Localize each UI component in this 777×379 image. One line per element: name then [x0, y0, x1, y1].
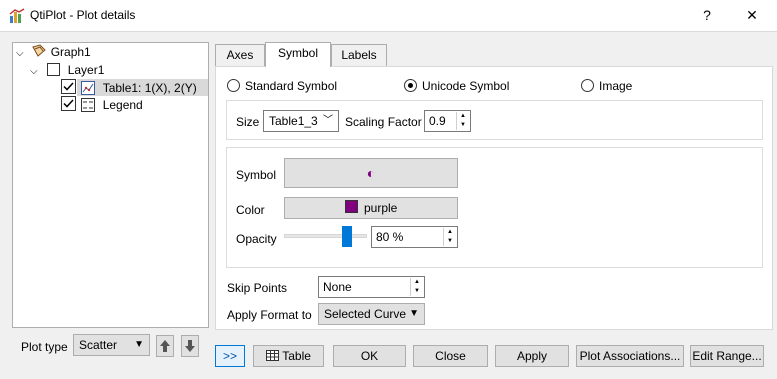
opacity-value: 80 % [376, 230, 404, 244]
skip-points-spinbox[interactable]: None ▲ ▼ [318, 276, 425, 298]
spin-arrows-icon[interactable]: ▲ ▼ [456, 112, 469, 130]
chevron-down-icon: ﹀ [323, 115, 333, 126]
skip-points-label: Skip Points [227, 281, 288, 295]
tree-label-curve: Table1: 1(X), 2(Y) [102, 81, 197, 95]
plot-associations-button[interactable]: Plot Associations... [576, 345, 684, 367]
opacity-spinbox[interactable]: 80 % ▲ ▼ [371, 226, 458, 248]
tree-item-curve[interactable]: Table1: 1(X), 2(Y) [61, 79, 197, 96]
close-button[interactable]: Close [413, 345, 488, 367]
color-swatch [344, 200, 358, 213]
title-bar: QtiPlot - Plot details ? ✕ [0, 0, 777, 31]
scaling-factor-value: 0.9 [429, 114, 446, 128]
table-button-label: Table [282, 349, 311, 363]
arrow-down-icon [185, 340, 195, 352]
opacity-slider-handle[interactable] [342, 226, 352, 247]
window-title: QtiPlot - Plot details [30, 8, 136, 22]
tree-item-layer[interactable]: ⌵ Layer1 [30, 62, 104, 79]
size-select[interactable]: Table1_3 ﹀ [263, 110, 339, 132]
curve-visible-checkbox[interactable] [61, 79, 76, 94]
edit-range-button[interactable]: Edit Range... [690, 345, 764, 367]
plot-tree[interactable]: ⌵ Graph1 ⌵ Layer1 Table1: 1(X), 2(Y) Leg… [12, 42, 209, 328]
apply-format-select[interactable]: Selected Curve ▼ [318, 303, 425, 325]
tree-label-legend: Legend [102, 98, 143, 112]
symbol-label: Symbol [236, 168, 277, 182]
table-button[interactable]: Table [253, 345, 324, 367]
plot-type-select[interactable]: Scatter ▼ [73, 334, 150, 356]
standard-symbol-label: Standard Symbol [245, 79, 338, 93]
tree-label-graph: Graph1 [50, 45, 91, 59]
size-label: Size [236, 115, 260, 129]
help-button[interactable]: ? [692, 4, 722, 26]
color-label: Color [236, 203, 265, 217]
arrow-up-icon [160, 340, 170, 352]
chevron-down-icon[interactable]: ⌵ [30, 63, 44, 80]
scaling-factor-spinbox[interactable]: 0.9 ▲ ▼ [424, 110, 471, 132]
move-up-button[interactable] [156, 335, 174, 357]
tree-label-layer: Layer1 [67, 63, 105, 77]
tab-symbol[interactable]: Symbol [265, 42, 331, 67]
spin-arrows-icon[interactable]: ▲ ▼ [410, 278, 423, 296]
qtiplot-app-icon [9, 8, 25, 23]
opacity-slider[interactable] [284, 226, 367, 247]
standard-symbol-radio[interactable] [227, 79, 240, 92]
caret-down-icon: ▼ [409, 308, 419, 319]
tree-item-legend[interactable]: Legend [61, 96, 143, 113]
table-icon [266, 350, 280, 361]
apply-format-label: Apply Format to [227, 308, 312, 322]
tab-labels[interactable]: Labels [331, 44, 387, 66]
tab-axes[interactable]: Axes [215, 44, 265, 66]
legend-visible-checkbox[interactable] [61, 96, 76, 111]
graph-icon [32, 44, 47, 57]
plot-type-label: Plot type [21, 340, 68, 354]
apply-format-value: Selected Curve [324, 307, 407, 321]
tree-item-graph[interactable]: ⌵ Graph1 [16, 44, 91, 61]
color-picker-button[interactable]: purple [284, 197, 458, 219]
unicode-symbol-radio[interactable] [404, 79, 417, 92]
unicode-symbol-label: Unicode Symbol [422, 79, 510, 93]
scatter-curve-icon [81, 81, 96, 95]
spin-arrows-icon[interactable]: ▲ ▼ [443, 228, 456, 246]
expand-button[interactable]: >> [215, 345, 245, 367]
color-value: purple [363, 201, 398, 215]
legend-icon [81, 98, 96, 112]
chevron-down-icon[interactable]: ⌵ [16, 45, 28, 62]
symbol-picker-button[interactable]: ◐ [284, 158, 458, 188]
image-radio[interactable] [581, 79, 594, 92]
opacity-label: Opacity [236, 232, 277, 246]
caret-down-icon: ▼ [134, 339, 144, 350]
close-window-button[interactable]: ✕ [737, 4, 767, 26]
scaling-factor-label: Scaling Factor [345, 115, 422, 129]
plot-type-value: Scatter [79, 338, 118, 352]
ok-button[interactable]: OK [333, 345, 406, 367]
size-value: Table1_3 [269, 114, 318, 128]
layer-icon [47, 63, 61, 76]
skip-points-value: None [323, 280, 352, 294]
apply-button[interactable]: Apply [495, 345, 569, 367]
move-down-button[interactable] [181, 335, 199, 357]
image-label: Image [599, 79, 633, 93]
